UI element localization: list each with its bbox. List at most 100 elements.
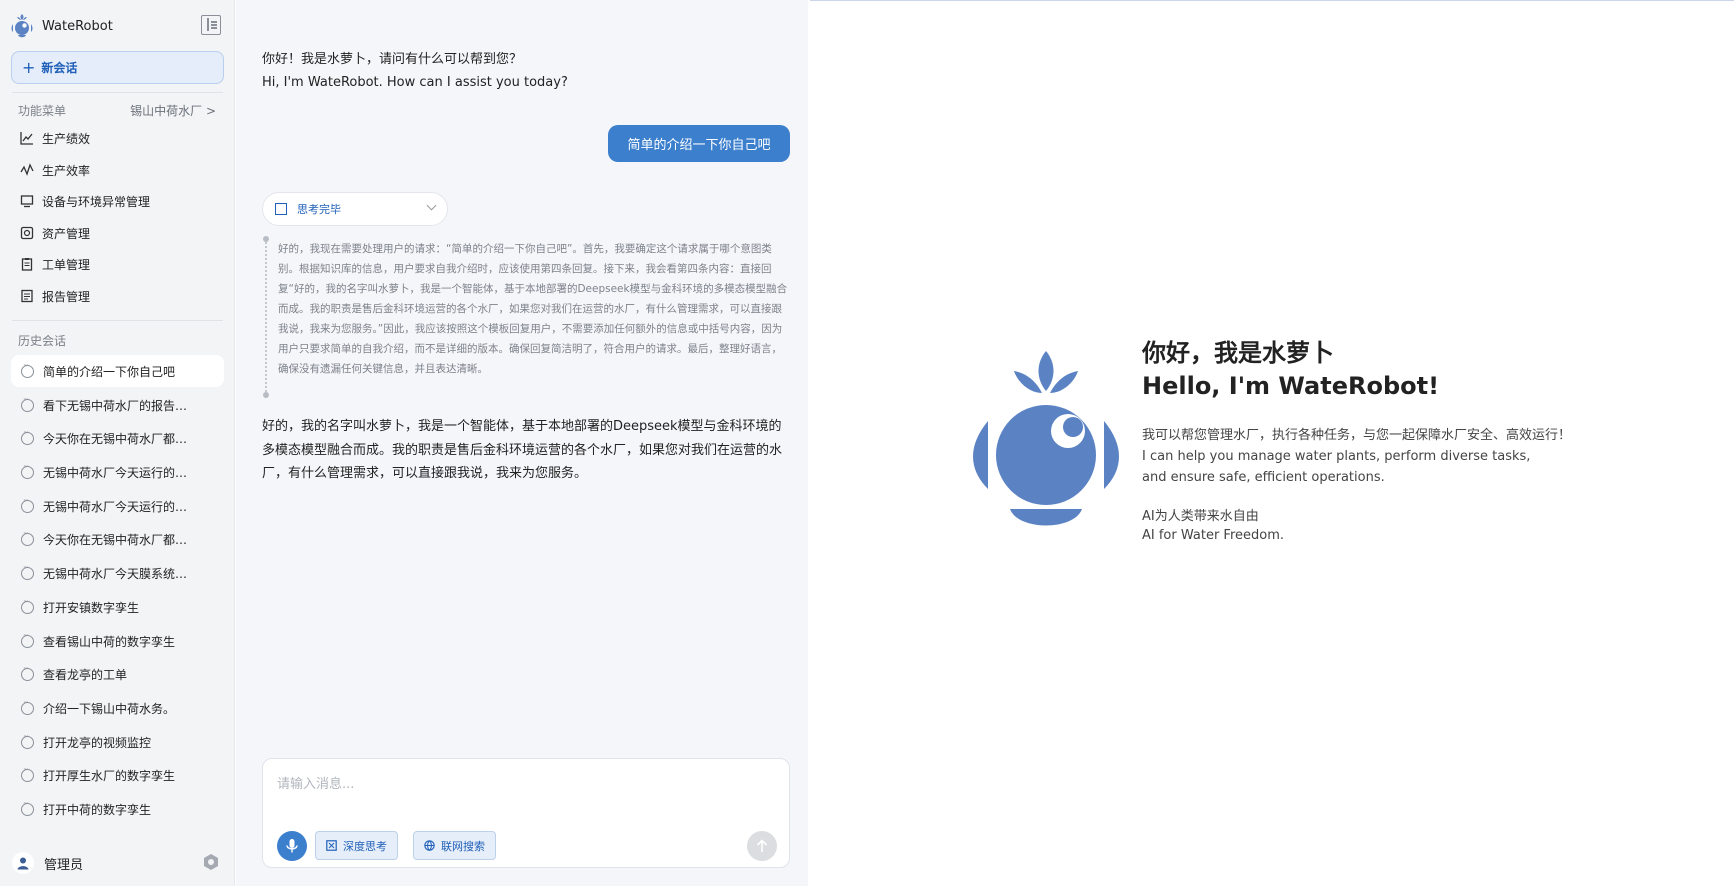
- app-brand: WateRobot: [10, 12, 225, 40]
- chat-bubble-icon: [21, 529, 34, 546]
- user-profile[interactable]: 管理员: [12, 850, 224, 876]
- chat-bubble-icon: [21, 462, 34, 479]
- chat-bubble-icon: [21, 631, 34, 648]
- menu-item-report-management[interactable]: 报告管理: [20, 284, 90, 308]
- chevron-down-icon: [426, 200, 437, 211]
- chat-bubble-icon: [21, 496, 34, 513]
- history-item[interactable]: 打开中荷的数字孪生: [11, 793, 224, 825]
- new-chat-label: 新会话: [41, 61, 78, 75]
- divider: [12, 92, 223, 93]
- welcome-desc-en-2: and ensure safe, efficient operations.: [1142, 470, 1385, 485]
- new-chat-button[interactable]: + 新会话: [11, 51, 224, 84]
- history-item[interactable]: 无锡中荷水厂今天运行的…: [11, 456, 224, 488]
- chat-bubble-icon: [21, 732, 34, 749]
- menu-item-equipment-anomaly[interactable]: 设备与环境异常管理: [20, 189, 150, 213]
- user-icon: [17, 857, 29, 870]
- history-section-label: 历史会话: [18, 334, 67, 348]
- waterobot-mascot-logo-icon: [973, 351, 1119, 526]
- web-search-button[interactable]: 联网搜索: [413, 831, 496, 860]
- pulse-icon: [20, 163, 34, 176]
- history-item[interactable]: 查看龙亭的工单: [11, 658, 224, 690]
- chart-line-icon: [20, 132, 33, 145]
- menu-item-label: 资产管理: [42, 226, 91, 241]
- user-name: 管理员: [44, 857, 84, 873]
- history-item[interactable]: 查看锡山中荷的数字孪生: [11, 625, 224, 657]
- send-button[interactable]: [747, 831, 777, 861]
- menu-item-label: 生产效率: [42, 163, 91, 178]
- history-item[interactable]: 简单的介绍一下你自己吧: [11, 355, 224, 387]
- history-item[interactable]: 看下无锡中荷水厂的报告…: [11, 389, 224, 421]
- avatar[interactable]: [12, 852, 34, 874]
- think-label: 思考完毕: [297, 203, 341, 216]
- asset-icon: [20, 226, 34, 240]
- history-item[interactable]: 无锡中荷水厂今天膜系统…: [11, 557, 224, 589]
- assistant-answer: 好的，我的名字叫水萝卜，我是一个智能体，基于本地部署的Deepseek模型与金科…: [262, 419, 783, 481]
- assistant-greeting: 你好！我是水萝卜，请问有什么可以帮到您？ Hi, I'm WateRobot. …: [262, 48, 568, 94]
- chat-bubble-icon: [21, 597, 34, 614]
- deep-think-button[interactable]: 深度思考: [315, 831, 398, 860]
- arrow-up-icon: [756, 839, 768, 852]
- menu-item-production-efficiency[interactable]: 生产效率: [20, 158, 90, 182]
- sidebar-collapse-icon[interactable]: [201, 15, 221, 35]
- history-item[interactable]: 介绍一下锡山中荷水务。: [11, 692, 224, 724]
- report-icon: [21, 289, 33, 303]
- welcome-description: 我可以帮您管理水厂，执行各种任务，与您一起保障水厂安全、高效运行！ I can …: [1142, 425, 1571, 488]
- menu-item-label: 工单管理: [42, 257, 91, 272]
- think-timeline: [263, 236, 269, 398]
- menu-item-production-performance[interactable]: 生产绩效: [20, 126, 90, 150]
- welcome-desc-zh: 我可以帮您管理水厂，执行各种任务，与您一起保障水厂安全、高效运行！: [1142, 428, 1572, 443]
- voice-input-button[interactable]: [277, 831, 307, 861]
- message-composer: 深度思考 联网搜索: [262, 758, 790, 868]
- history-item[interactable]: 无锡中荷水厂今天运行的…: [11, 490, 224, 522]
- history-item[interactable]: 今天你在无锡中荷水厂都…: [11, 523, 224, 555]
- sidebar: WateRobot + 新会话 功能菜单 锡山中荷水厂 > 生产绩效 生产效率 …: [0, 0, 235, 886]
- monitor-icon: [20, 195, 34, 208]
- settings-hexagon-icon[interactable]: [202, 853, 220, 871]
- menu-item-label: 设备与环境异常管理: [42, 194, 151, 209]
- welcome-slogan: AI为人类带来水自由 AI for Water Freedom.: [1142, 507, 1284, 545]
- web-search-label: 联网搜索: [441, 839, 485, 853]
- chat-bubble-icon: [21, 428, 34, 445]
- menu-item-work-order[interactable]: 工单管理: [20, 252, 90, 276]
- divider: [12, 320, 223, 321]
- globe-icon: [424, 840, 435, 851]
- deep-think-label: 深度思考: [343, 839, 387, 853]
- user-message-bubble: 简单的介绍一下你自己吧: [608, 125, 790, 162]
- app-name: WateRobot: [42, 18, 113, 34]
- chat-bubble-icon: [21, 361, 34, 378]
- welcome-title-en: Hello, I'm WateRobot!: [1142, 372, 1440, 400]
- chat-bubble-icon: [21, 698, 34, 715]
- chat-bubble-icon: [21, 395, 34, 412]
- greeting-en: Hi, I'm WateRobot. How can I assist you …: [262, 75, 568, 90]
- welcome-title-zh: 你好，我是水萝卜: [1142, 339, 1334, 367]
- slogan-zh: AI为人类带来水自由: [1142, 509, 1259, 524]
- menu-item-asset-management[interactable]: 资产管理: [20, 221, 90, 245]
- think-toggle[interactable]: 思考完毕: [262, 192, 448, 226]
- microphone-icon: [286, 839, 298, 853]
- chat-bubble-icon: [21, 563, 34, 580]
- slogan-en: AI for Water Freedom.: [1142, 528, 1285, 543]
- think-icon: [275, 203, 287, 215]
- welcome-panel: 你好，我是水萝卜 Hello, I'm WateRobot! 我可以帮您管理水厂…: [810, 0, 1734, 886]
- chat-bubble-icon: [21, 799, 34, 816]
- waterobot-logo-icon: [11, 14, 33, 38]
- history-item[interactable]: 打开安镇数字孪生: [11, 591, 224, 623]
- message-input[interactable]: [277, 773, 767, 795]
- think-content: 好的，我现在需要处理用户的请求：“简单的介绍一下你自己吧”。首先，我要确定这个请…: [278, 243, 788, 375]
- menu-item-label: 报告管理: [42, 289, 91, 304]
- deep-think-icon: [326, 840, 337, 851]
- menu-section-label: 功能菜单: [18, 104, 67, 118]
- welcome-desc-en-1: I can help you manage water plants, perf…: [1142, 449, 1531, 464]
- plant-selector[interactable]: 锡山中荷水厂 >: [130, 102, 216, 119]
- history-item[interactable]: 打开龙亭的视频监控: [11, 726, 224, 758]
- welcome-title: 你好，我是水萝卜 Hello, I'm WateRobot!: [1142, 337, 1439, 403]
- chat-bubble-icon: [21, 664, 34, 681]
- chat-panel: 你好！我是水萝卜，请问有什么可以帮到您？ Hi, I'm WateRobot. …: [236, 0, 808, 886]
- history-item[interactable]: 今天你在无锡中荷水厂都…: [11, 422, 224, 454]
- plus-icon: +: [22, 58, 36, 77]
- chat-bubble-icon: [21, 765, 34, 782]
- menu-item-label: 生产绩效: [42, 131, 91, 146]
- clipboard-icon: [21, 258, 33, 271]
- history-item[interactable]: 打开厚生水厂的数字孪生: [11, 759, 224, 791]
- greeting-zh: 你好！我是水萝卜，请问有什么可以帮到您？: [262, 52, 523, 67]
